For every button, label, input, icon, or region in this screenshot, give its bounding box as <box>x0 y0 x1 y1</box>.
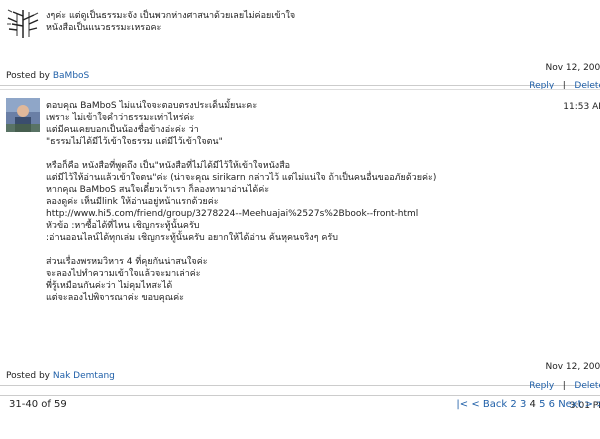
post-footer: Posted by Nak Demtang Reply | Delete <box>0 368 600 391</box>
pagination-bar: 31-40 of 59 |< < Back 2 3 4 5 6 Next > >… <box>0 395 600 414</box>
first-page-link[interactable]: |< <box>456 399 468 410</box>
current-page: 4 <box>529 399 536 410</box>
photo-avatar-icon <box>6 98 40 132</box>
page-link[interactable]: 2 <box>510 399 516 410</box>
pagination-nav: |< < Back 2 3 4 5 6 Next > >| <box>456 399 600 410</box>
page-link[interactable]: 3 <box>520 399 526 410</box>
result-count: 31-40 of 59 <box>9 399 67 410</box>
separator: | <box>562 381 566 391</box>
page-link[interactable]: 6 <box>549 399 555 410</box>
post-body: งๆค่ะ แต่ดูเป็นธรรมะจัง เป็นพวกห่างศาสนา… <box>46 11 296 33</box>
reply-link[interactable]: Reply <box>529 381 554 391</box>
divider <box>0 89 600 90</box>
bamboo-avatar-icon <box>6 6 40 40</box>
next-link[interactable]: Next > <box>558 399 593 410</box>
delete-link[interactable]: Delete <box>574 381 600 391</box>
last-page-link[interactable]: >| <box>596 399 600 410</box>
page-link[interactable]: 5 <box>539 399 545 410</box>
author-link[interactable]: Nak Demtang <box>53 371 115 381</box>
back-link[interactable]: < Back <box>471 399 507 410</box>
posted-by-label: Posted by <box>6 71 50 81</box>
posted-by: Posted by BaMboS <box>6 71 89 81</box>
post-footer: Posted by BaMboS Reply | Delete <box>0 68 600 91</box>
posted-by-label: Posted by <box>6 371 50 381</box>
posted-by: Posted by Nak Demtang <box>6 371 115 381</box>
post-body: ตอบคุณ BaMboS ไม่แน่ใจจะตอบตรงประเด็นมั้… <box>46 101 437 303</box>
author-link[interactable]: BaMboS <box>53 71 89 81</box>
post-2: ตอบคุณ BaMboS ไม่แน่ใจจะตอบตรงประเด็นมั้… <box>0 92 600 411</box>
